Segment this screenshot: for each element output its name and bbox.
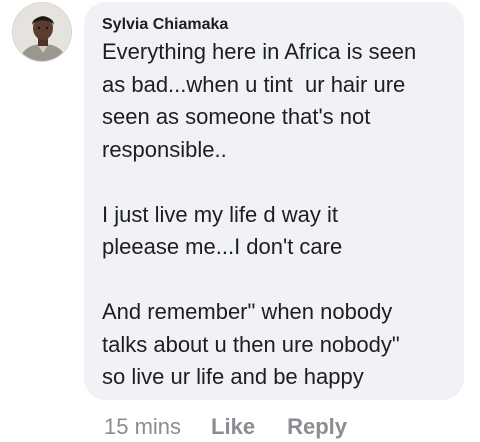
- avatar[interactable]: [12, 2, 72, 62]
- comment-actions: 15 mins Like Reply: [104, 412, 379, 442]
- comment-paragraph: I just live my life d way it pleease me.…: [102, 201, 343, 260]
- comment-paragraph: And remember" when nobody talks about u …: [102, 299, 400, 389]
- comment-paragraph: Everything here in Africa is seen as bad…: [102, 39, 417, 162]
- comment-timestamp[interactable]: 15 mins: [104, 414, 181, 440]
- comment-body: Everything here in Africa is seen as bad…: [102, 36, 448, 394]
- comment-bubble: Sylvia Chiamaka Everything here in Afric…: [84, 2, 464, 400]
- reply-button[interactable]: Reply: [287, 414, 347, 440]
- comment-author[interactable]: Sylvia Chiamaka: [102, 15, 448, 35]
- like-button[interactable]: Like: [211, 414, 255, 440]
- profile-photo: [13, 3, 71, 61]
